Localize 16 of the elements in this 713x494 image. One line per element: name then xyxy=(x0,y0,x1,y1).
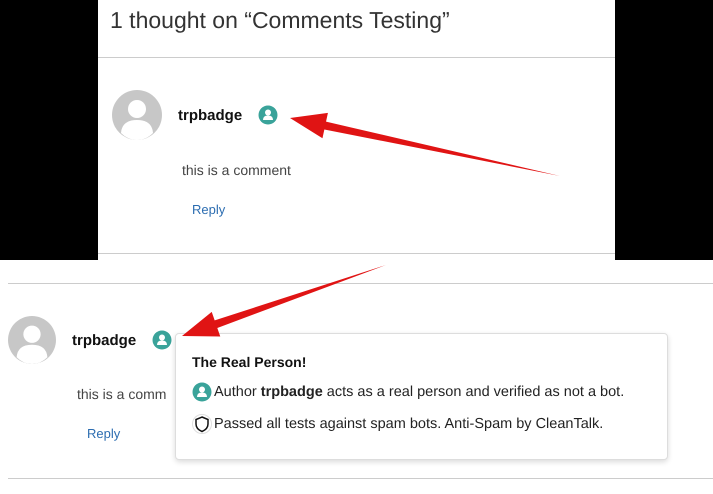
reply-link[interactable]: Reply xyxy=(192,202,226,217)
author-name: trpbadge xyxy=(178,106,242,124)
tooltip-title: The Real Person! xyxy=(192,354,308,370)
person-badge-icon xyxy=(192,382,212,402)
shield-icon xyxy=(192,414,212,434)
avatar-icon xyxy=(112,90,162,140)
person-badge-icon xyxy=(258,105,278,125)
tooltip-text: Passed all tests against spam bots. Anti-Spam by CleanTalk. xyxy=(214,416,604,432)
comment-text: this is a comment xyxy=(182,162,291,178)
author-name: trpbadge xyxy=(72,332,136,348)
comments-title: 1 thought on “Comments Testing” xyxy=(109,6,451,35)
reply-link[interactable]: Reply xyxy=(87,426,120,441)
avatar-icon xyxy=(8,316,56,364)
tooltip-text: Author trpbadge acts as a real person and verified as not a bot. xyxy=(214,384,624,400)
person-badge-icon xyxy=(152,330,172,350)
comment-text: this is a comm xyxy=(77,386,166,402)
